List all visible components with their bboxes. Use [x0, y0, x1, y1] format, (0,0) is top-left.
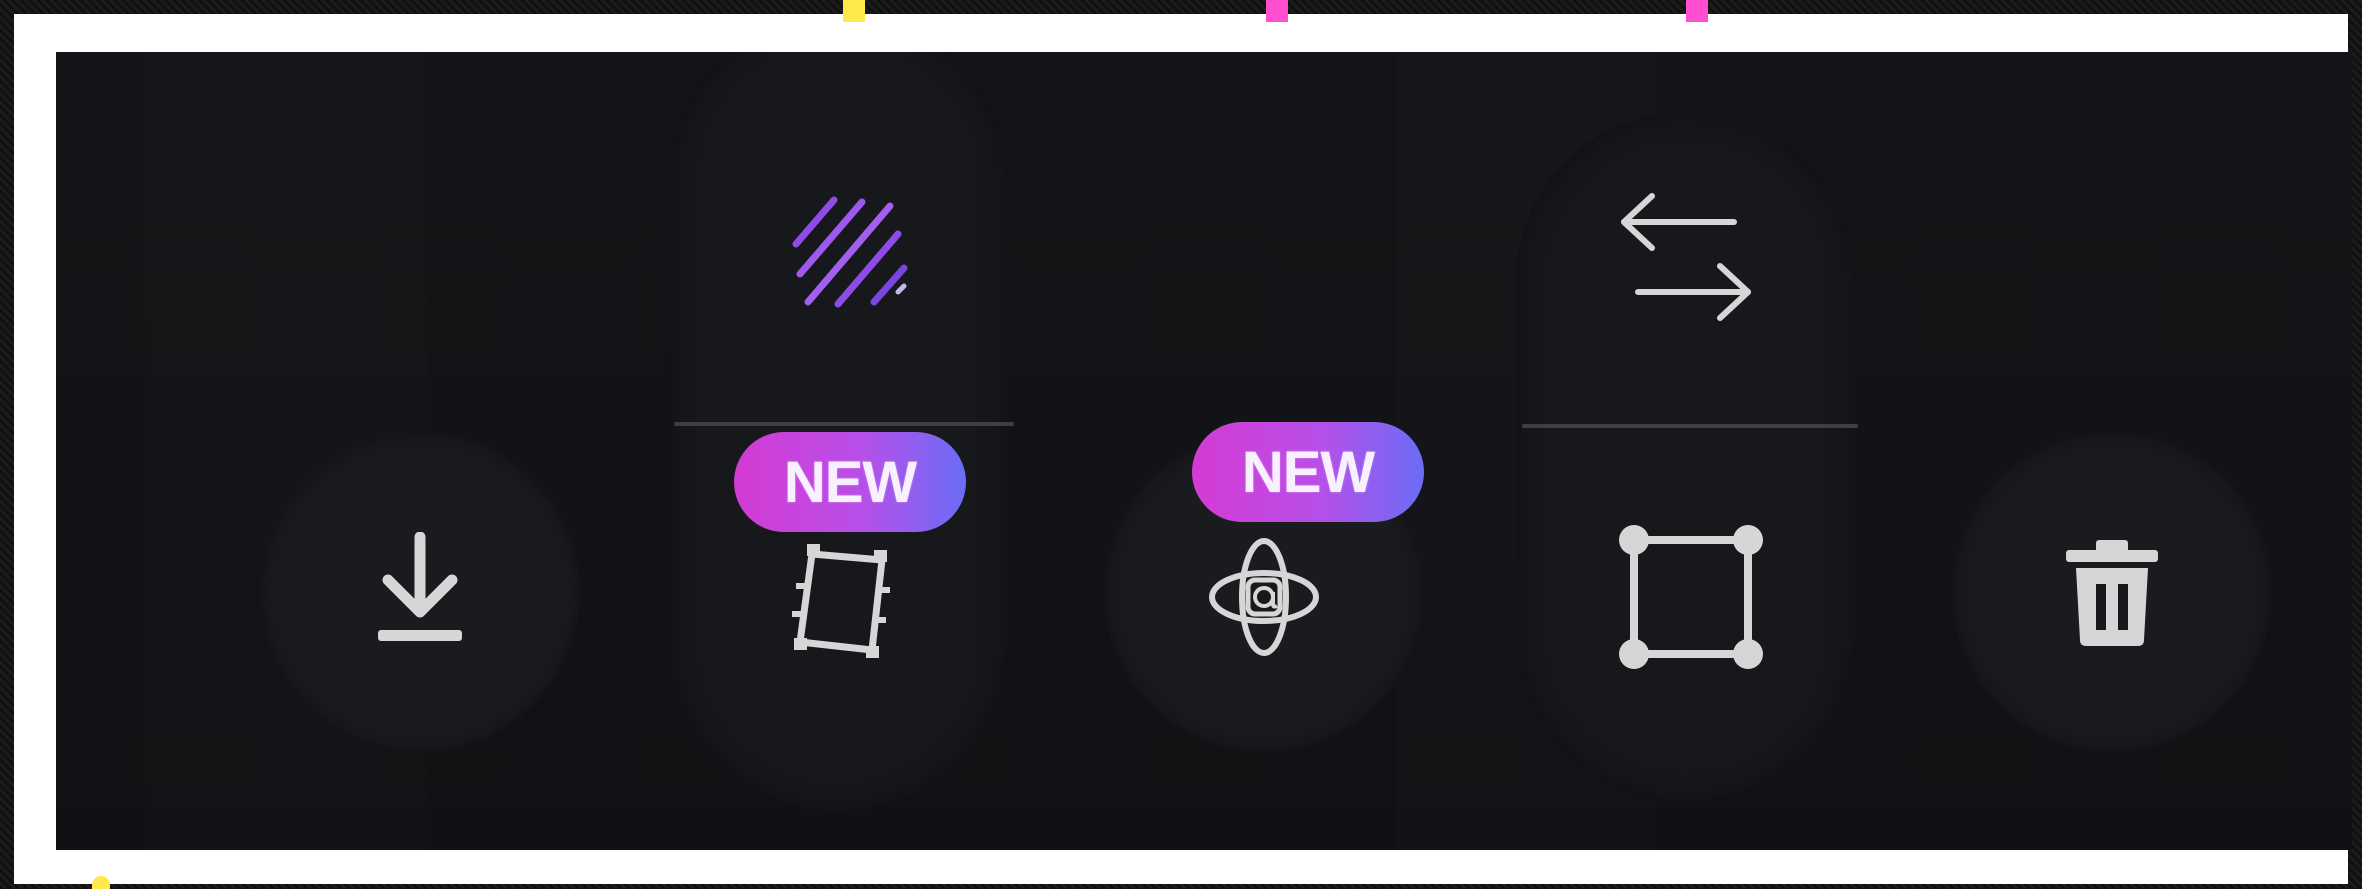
stripes-button[interactable] [668, 142, 1008, 362]
download-button[interactable] [260, 432, 580, 752]
video-frame-button[interactable]: NEW [668, 432, 1008, 772]
ar-atom-icon [1209, 538, 1319, 656]
pink-marker [1686, 0, 1708, 22]
film-frame-icon [792, 544, 890, 658]
swap-arrows-icon [1621, 193, 1751, 321]
crop-square-icon [1619, 525, 1763, 669]
delete-button[interactable] [1952, 432, 2272, 752]
screenshot-frame: NEW NEW [0, 0, 2362, 889]
new-badge: NEW [1192, 422, 1424, 522]
ar-effect-button[interactable]: NEW [1104, 422, 1424, 752]
swap-button[interactable] [1516, 132, 1856, 372]
yellow-marker [843, 0, 865, 22]
new-badge: NEW [734, 432, 966, 532]
divider [674, 422, 1014, 426]
divider [1522, 424, 1858, 428]
trash-icon [2066, 540, 2158, 646]
crop-button[interactable] [1516, 452, 1856, 752]
diagonal-stripes-icon [792, 196, 908, 308]
yellow-marker [92, 876, 110, 889]
pink-marker [1266, 0, 1288, 22]
download-icon [378, 532, 462, 641]
toolbar-panel: NEW NEW [56, 52, 2352, 850]
